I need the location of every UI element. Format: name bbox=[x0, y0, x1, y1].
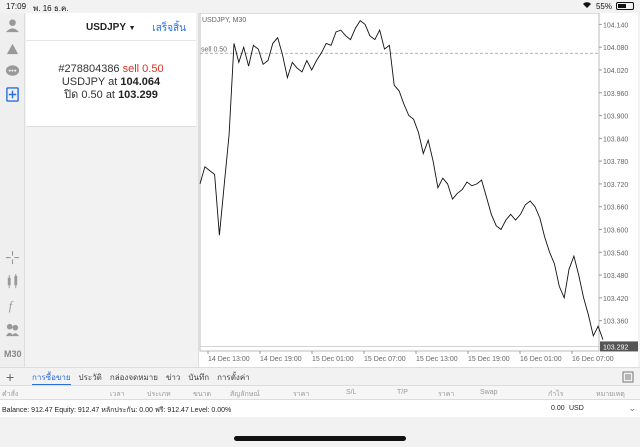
order-line-open: USDJPY at 104.064 bbox=[26, 76, 196, 89]
y-tick-label: 103.720 bbox=[603, 182, 628, 189]
price-chart[interactable]: USDJPY, M30 104.140 104.080 104.020 103.960 1… bbox=[198, 13, 638, 367]
x-tick-label: 14 Dec 19:00 bbox=[260, 356, 302, 363]
col-swap: Swap bbox=[480, 389, 498, 396]
symbol-selector[interactable]: USDJPY ▼ bbox=[86, 22, 136, 33]
y-tick-label: 103.600 bbox=[603, 227, 628, 234]
y-tick-label: 103.480 bbox=[603, 273, 628, 280]
indicators-icon[interactable] bbox=[4, 273, 21, 290]
timeframe-button[interactable]: M30 bbox=[4, 349, 22, 359]
open-prefix: USDJPY at bbox=[61, 76, 121, 88]
y-tick-label: 103.780 bbox=[603, 159, 628, 166]
col-tp: T/P bbox=[397, 389, 408, 396]
y-tick-label: 103.960 bbox=[603, 91, 628, 98]
signals-icon[interactable] bbox=[4, 40, 21, 57]
chart-canvas[interactable]: USDJPY, M30 104.140 104.080 104.020 103.960 1… bbox=[199, 13, 639, 367]
y-tick-label: 103.420 bbox=[603, 296, 628, 303]
status-time: 17:09 bbox=[6, 2, 27, 11]
chevron-down-icon[interactable]: ⌄ bbox=[628, 403, 636, 414]
bottom-tab-bar: + การซื้อขาย ประวัติ กล่องจดหมาย ข่าว บั… bbox=[0, 367, 640, 386]
total-profit: 0.00 bbox=[551, 405, 565, 412]
objects-icon[interactable] bbox=[4, 321, 21, 338]
y-tick-label: 103.660 bbox=[603, 205, 628, 212]
new-order-icon[interactable] bbox=[4, 86, 21, 103]
order-details: #278804386 sell 0.50 USDJPY at 104.064 ป… bbox=[26, 41, 196, 102]
order-side: sell 0.50 bbox=[122, 63, 164, 75]
y-tick-label: 103.840 bbox=[603, 136, 628, 143]
trade-table-header: คำสั่ง เวลา ประเภท ขนาด สัญลักษณ์ ราคา S… bbox=[0, 385, 640, 399]
current-price-label: 103.292 bbox=[603, 344, 628, 351]
order-line-ticket: #278804386 sell 0.50 bbox=[26, 63, 196, 76]
balance-row: Balance: 912.47 Equity: 912.47 หลักประกั… bbox=[0, 399, 640, 417]
close-price: 103.299 bbox=[118, 89, 158, 101]
x-tick-label: 16 Dec 01:00 bbox=[520, 356, 562, 363]
x-tick-label: 16 Dec 07:00 bbox=[572, 356, 614, 363]
tab-news[interactable]: ข่าว bbox=[166, 371, 180, 386]
y-tick-label: 103.900 bbox=[603, 114, 628, 121]
battery-icon bbox=[616, 2, 634, 10]
y-tick-label: 104.020 bbox=[603, 68, 628, 75]
function-icon[interactable]: f bbox=[4, 297, 21, 314]
close-prefix: ปิด 0.50 at bbox=[64, 89, 119, 101]
order-line-close: ปิด 0.50 at 103.299 bbox=[26, 89, 196, 102]
symbol-label: USDJPY bbox=[86, 22, 126, 33]
battery-fill bbox=[618, 4, 626, 8]
x-tick-label: 15 Dec 01:00 bbox=[312, 356, 354, 363]
chevron-down-icon: ▼ bbox=[128, 25, 136, 32]
y-tick-label: 104.140 bbox=[603, 22, 628, 29]
y-tick-label: 104.080 bbox=[603, 45, 628, 52]
profit-currency: USD bbox=[569, 405, 584, 412]
balance-summary: Balance: 912.47 Equity: 912.47 หลักประกั… bbox=[2, 407, 232, 414]
y-tick-label: 103.540 bbox=[603, 250, 628, 257]
home-indicator[interactable] bbox=[234, 436, 406, 441]
x-tick-label: 15 Dec 13:00 bbox=[416, 356, 458, 363]
battery-percent: 55% bbox=[595, 1, 612, 11]
tab-journal[interactable]: บันทึก bbox=[188, 371, 209, 386]
x-tick-label: 14 Dec 13:00 bbox=[208, 356, 250, 363]
account-icon[interactable] bbox=[4, 17, 21, 34]
order-panel-header: USDJPY ▼ เสร็จสิ้น bbox=[26, 13, 196, 41]
tab-trade[interactable]: การซื้อขาย bbox=[32, 371, 71, 386]
tab-settings[interactable]: การตั้งค่า bbox=[217, 371, 250, 386]
plot-area bbox=[199, 13, 600, 352]
status-bar: 17:09 พ. 16 ธ.ค. 55% bbox=[0, 0, 640, 13]
add-icon[interactable]: + bbox=[6, 369, 14, 385]
x-tick-label: 15 Dec 19:00 bbox=[468, 356, 510, 363]
crosshair-icon[interactable] bbox=[4, 249, 21, 266]
sell-level-label: sell 0.50 bbox=[201, 46, 227, 53]
order-panel: USDJPY ▼ เสร็จสิ้น #278804386 sell 0.50 … bbox=[26, 13, 196, 127]
col-sl: S/L bbox=[346, 389, 357, 396]
tab-mailbox[interactable]: กล่องจดหมาย bbox=[110, 371, 158, 386]
chat-icon[interactable] bbox=[4, 63, 21, 80]
ticket-number: #278804386 bbox=[58, 63, 120, 75]
open-price: 104.064 bbox=[120, 76, 161, 88]
panel-toggle-icon[interactable] bbox=[622, 371, 634, 383]
status-right: 55% bbox=[582, 1, 634, 11]
chart-symbol-label: USDJPY, M30 bbox=[202, 17, 246, 24]
tab-history[interactable]: ประวัติ bbox=[79, 371, 102, 386]
wifi-icon bbox=[582, 1, 592, 11]
x-tick-label: 15 Dec 07:00 bbox=[364, 356, 406, 363]
done-button[interactable]: เสร็จสิ้น bbox=[152, 21, 186, 36]
tab-list: การซื้อขาย ประวัติ กล่องจดหมาย ข่าว บันท… bbox=[32, 371, 250, 386]
y-tick-label: 103.360 bbox=[603, 319, 628, 326]
app-root: 17:09 พ. 16 ธ.ค. 55% f M30 USDJPY ▼ เสร็… bbox=[0, 0, 640, 447]
left-toolbar: f M30 bbox=[0, 13, 25, 367]
svg-text:f: f bbox=[9, 299, 14, 313]
